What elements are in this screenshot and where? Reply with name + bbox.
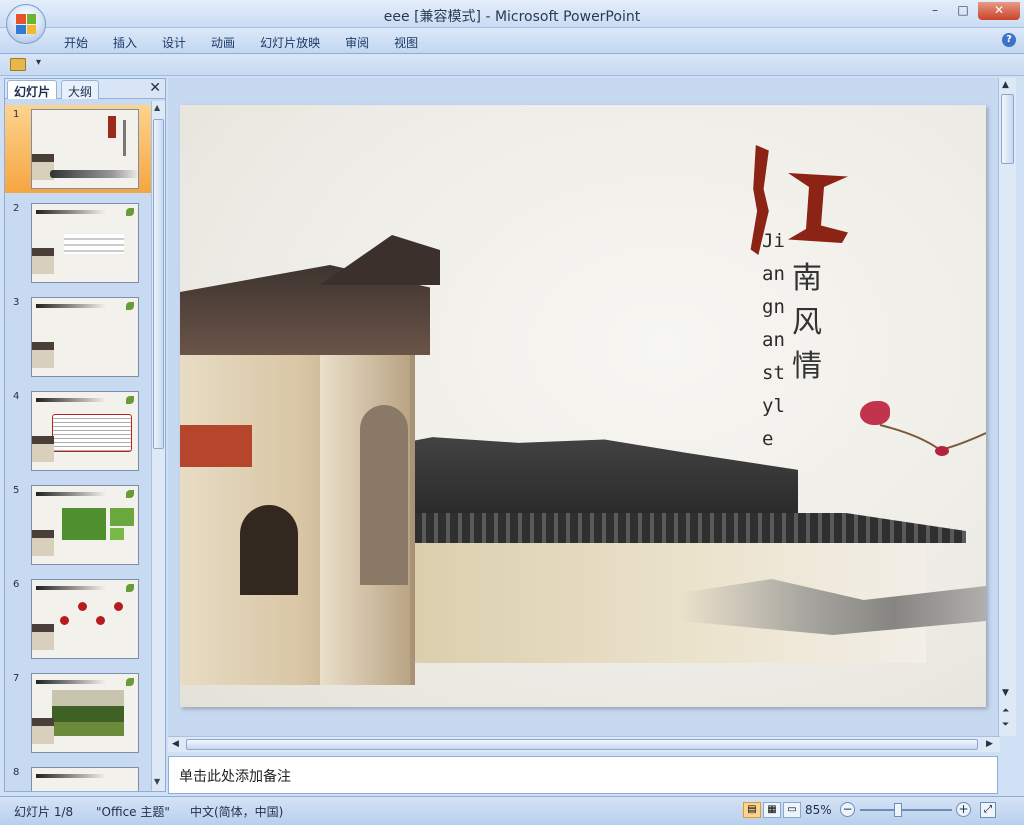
scroll-thumb[interactable] xyxy=(186,739,978,750)
slide-thumbnail-2[interactable]: 2 xyxy=(5,199,151,287)
ink-forest xyxy=(368,437,798,515)
slide-editing-area: Jiangnan style 南风情 xyxy=(168,78,1000,736)
slide-thumbnail-5[interactable]: 5 xyxy=(5,481,151,569)
slide-canvas[interactable]: Jiangnan style 南风情 xyxy=(180,105,986,707)
tab-review[interactable]: 审阅 xyxy=(345,34,382,51)
slide-number: 2 xyxy=(13,203,20,214)
slide-number: 1 xyxy=(13,109,20,120)
red-eave xyxy=(180,425,252,467)
scroll-up-icon[interactable]: ▲ xyxy=(1002,80,1009,90)
slide-counter: 幻灯片 1/8 xyxy=(14,805,74,819)
zoom-in-button[interactable]: + xyxy=(956,802,971,817)
slides-panel: 幻灯片 大纲 ✕ 1 2 3 4 5 6 7 8 ▲ ▼ xyxy=(4,78,166,792)
slide-preview xyxy=(31,673,139,753)
slide-vertical-scrollbar[interactable]: ▲ ▼ ⏶ ⏷ xyxy=(998,78,1016,736)
zoom-slider-knob[interactable] xyxy=(894,803,903,817)
tab-slideshow[interactable]: 幻灯片放映 xyxy=(260,34,333,51)
slide-preview xyxy=(31,297,139,377)
ribbon-tabs: 开始 插入 设计 动画 幻灯片放映 审阅 视图 xyxy=(64,34,443,51)
slide-thumbnail-4[interactable]: 4 xyxy=(5,387,151,475)
slide-preview xyxy=(31,767,139,791)
window-title: eee [兼容模式] - Microsoft PowerPoint xyxy=(383,9,641,25)
tab-design[interactable]: 设计 xyxy=(162,34,199,51)
open-folder-icon[interactable] xyxy=(10,58,26,71)
theme-name: "Office 主题" xyxy=(96,805,170,819)
scroll-down-icon[interactable]: ▼ xyxy=(154,777,160,786)
building-doorway xyxy=(240,505,298,595)
slideshow-view-button[interactable]: ▭ xyxy=(783,802,801,818)
scroll-left-icon[interactable]: ◀ xyxy=(172,739,179,749)
previous-slide-icon[interactable]: ⏶ xyxy=(1002,706,1009,716)
slide-thumbnail-8[interactable]: 8 xyxy=(5,763,151,791)
slide-number: 5 xyxy=(13,485,20,496)
next-slide-icon[interactable]: ⏷ xyxy=(1002,720,1009,730)
help-icon[interactable]: ? xyxy=(1002,33,1016,47)
slide-thumbnail-3[interactable]: 3 xyxy=(5,293,151,381)
scroll-down-icon[interactable]: ▼ xyxy=(1002,688,1009,698)
slide-number: 3 xyxy=(13,297,20,308)
slide-number: 4 xyxy=(13,391,20,402)
tab-insert[interactable]: 插入 xyxy=(113,34,150,51)
language-indicator[interactable]: 中文(简体，中国) xyxy=(190,803,283,820)
customize-toolbar-dropdown[interactable]: ▾ xyxy=(36,57,41,68)
slide-number: 6 xyxy=(13,579,20,590)
close-button[interactable]: ✕ xyxy=(978,2,1020,20)
status-bar: 幻灯片 1/8 "Office 主题" 中文(简体，中国) ▤ ▦ ▭ 85% … xyxy=(0,796,1024,825)
slide-preview xyxy=(31,391,139,471)
office-logo-icon xyxy=(16,14,36,34)
slide-thumbnail-list: 1 2 3 4 5 6 7 8 xyxy=(5,101,151,791)
tab-home[interactable]: 开始 xyxy=(64,34,101,51)
slide-number: 7 xyxy=(13,673,20,684)
building-arch-side xyxy=(360,405,408,585)
slide-number: 8 xyxy=(13,767,20,778)
zoom-slider-track[interactable] xyxy=(860,809,952,811)
chinese-title[interactable]: 南风情 xyxy=(792,257,828,389)
scroll-right-icon[interactable]: ▶ xyxy=(986,739,993,749)
slide-thumbnail-7[interactable]: 7 xyxy=(5,669,151,757)
building-upper-roof xyxy=(320,235,440,285)
scroll-up-icon[interactable]: ▲ xyxy=(154,103,160,112)
fit-to-window-icon[interactable]: ⤢ xyxy=(980,802,996,818)
panel-close-icon[interactable]: ✕ xyxy=(149,80,161,96)
zoom-out-button[interactable]: − xyxy=(840,802,855,817)
panel-tabs: 幻灯片 大纲 ✕ xyxy=(5,79,165,99)
zoom-level[interactable]: 85% xyxy=(805,803,832,817)
tab-animations[interactable]: 动画 xyxy=(211,34,248,51)
notes-placeholder: 单击此处添加备注 xyxy=(179,769,291,785)
title-bar: eee [兼容模式] - Microsoft PowerPoint – □ ✕ xyxy=(0,0,1024,28)
office-button[interactable] xyxy=(6,4,46,44)
window-controls: – □ ✕ xyxy=(922,2,1020,20)
scroll-thumb[interactable] xyxy=(153,119,164,449)
notes-pane[interactable]: 单击此处添加备注 xyxy=(168,756,998,794)
tab-view[interactable]: 视图 xyxy=(394,34,431,51)
thumbnail-scrollbar[interactable]: ▲ ▼ xyxy=(151,101,165,791)
slide-preview xyxy=(31,485,139,565)
maximize-button[interactable]: □ xyxy=(950,2,976,20)
minimize-button[interactable]: – xyxy=(922,2,948,20)
quick-access-toolbar: ▾ xyxy=(0,54,1024,76)
slide-thumbnail-6[interactable]: 6 xyxy=(5,575,151,663)
slide-preview xyxy=(31,203,139,283)
normal-view-button[interactable]: ▤ xyxy=(743,802,761,818)
slide-thumbnail-1[interactable]: 1 xyxy=(5,105,151,193)
ribbon-tab-bar: 开始 插入 设计 动画 幻灯片放映 审阅 视图 ? xyxy=(0,28,1024,54)
scroll-thumb[interactable] xyxy=(1001,94,1014,164)
slide-preview xyxy=(31,579,139,659)
tab-outline[interactable]: 大纲 xyxy=(61,80,100,99)
slide-preview xyxy=(31,109,139,189)
tab-slides[interactable]: 幻灯片 xyxy=(7,80,58,99)
slide-sorter-view-button[interactable]: ▦ xyxy=(763,802,781,818)
roof-tiles xyxy=(366,513,966,543)
slide-horizontal-scrollbar[interactable]: ◀ ▶ xyxy=(168,736,1000,752)
magnolia-flower-icon xyxy=(860,401,890,425)
english-title[interactable]: Jiangnan style xyxy=(762,225,792,456)
